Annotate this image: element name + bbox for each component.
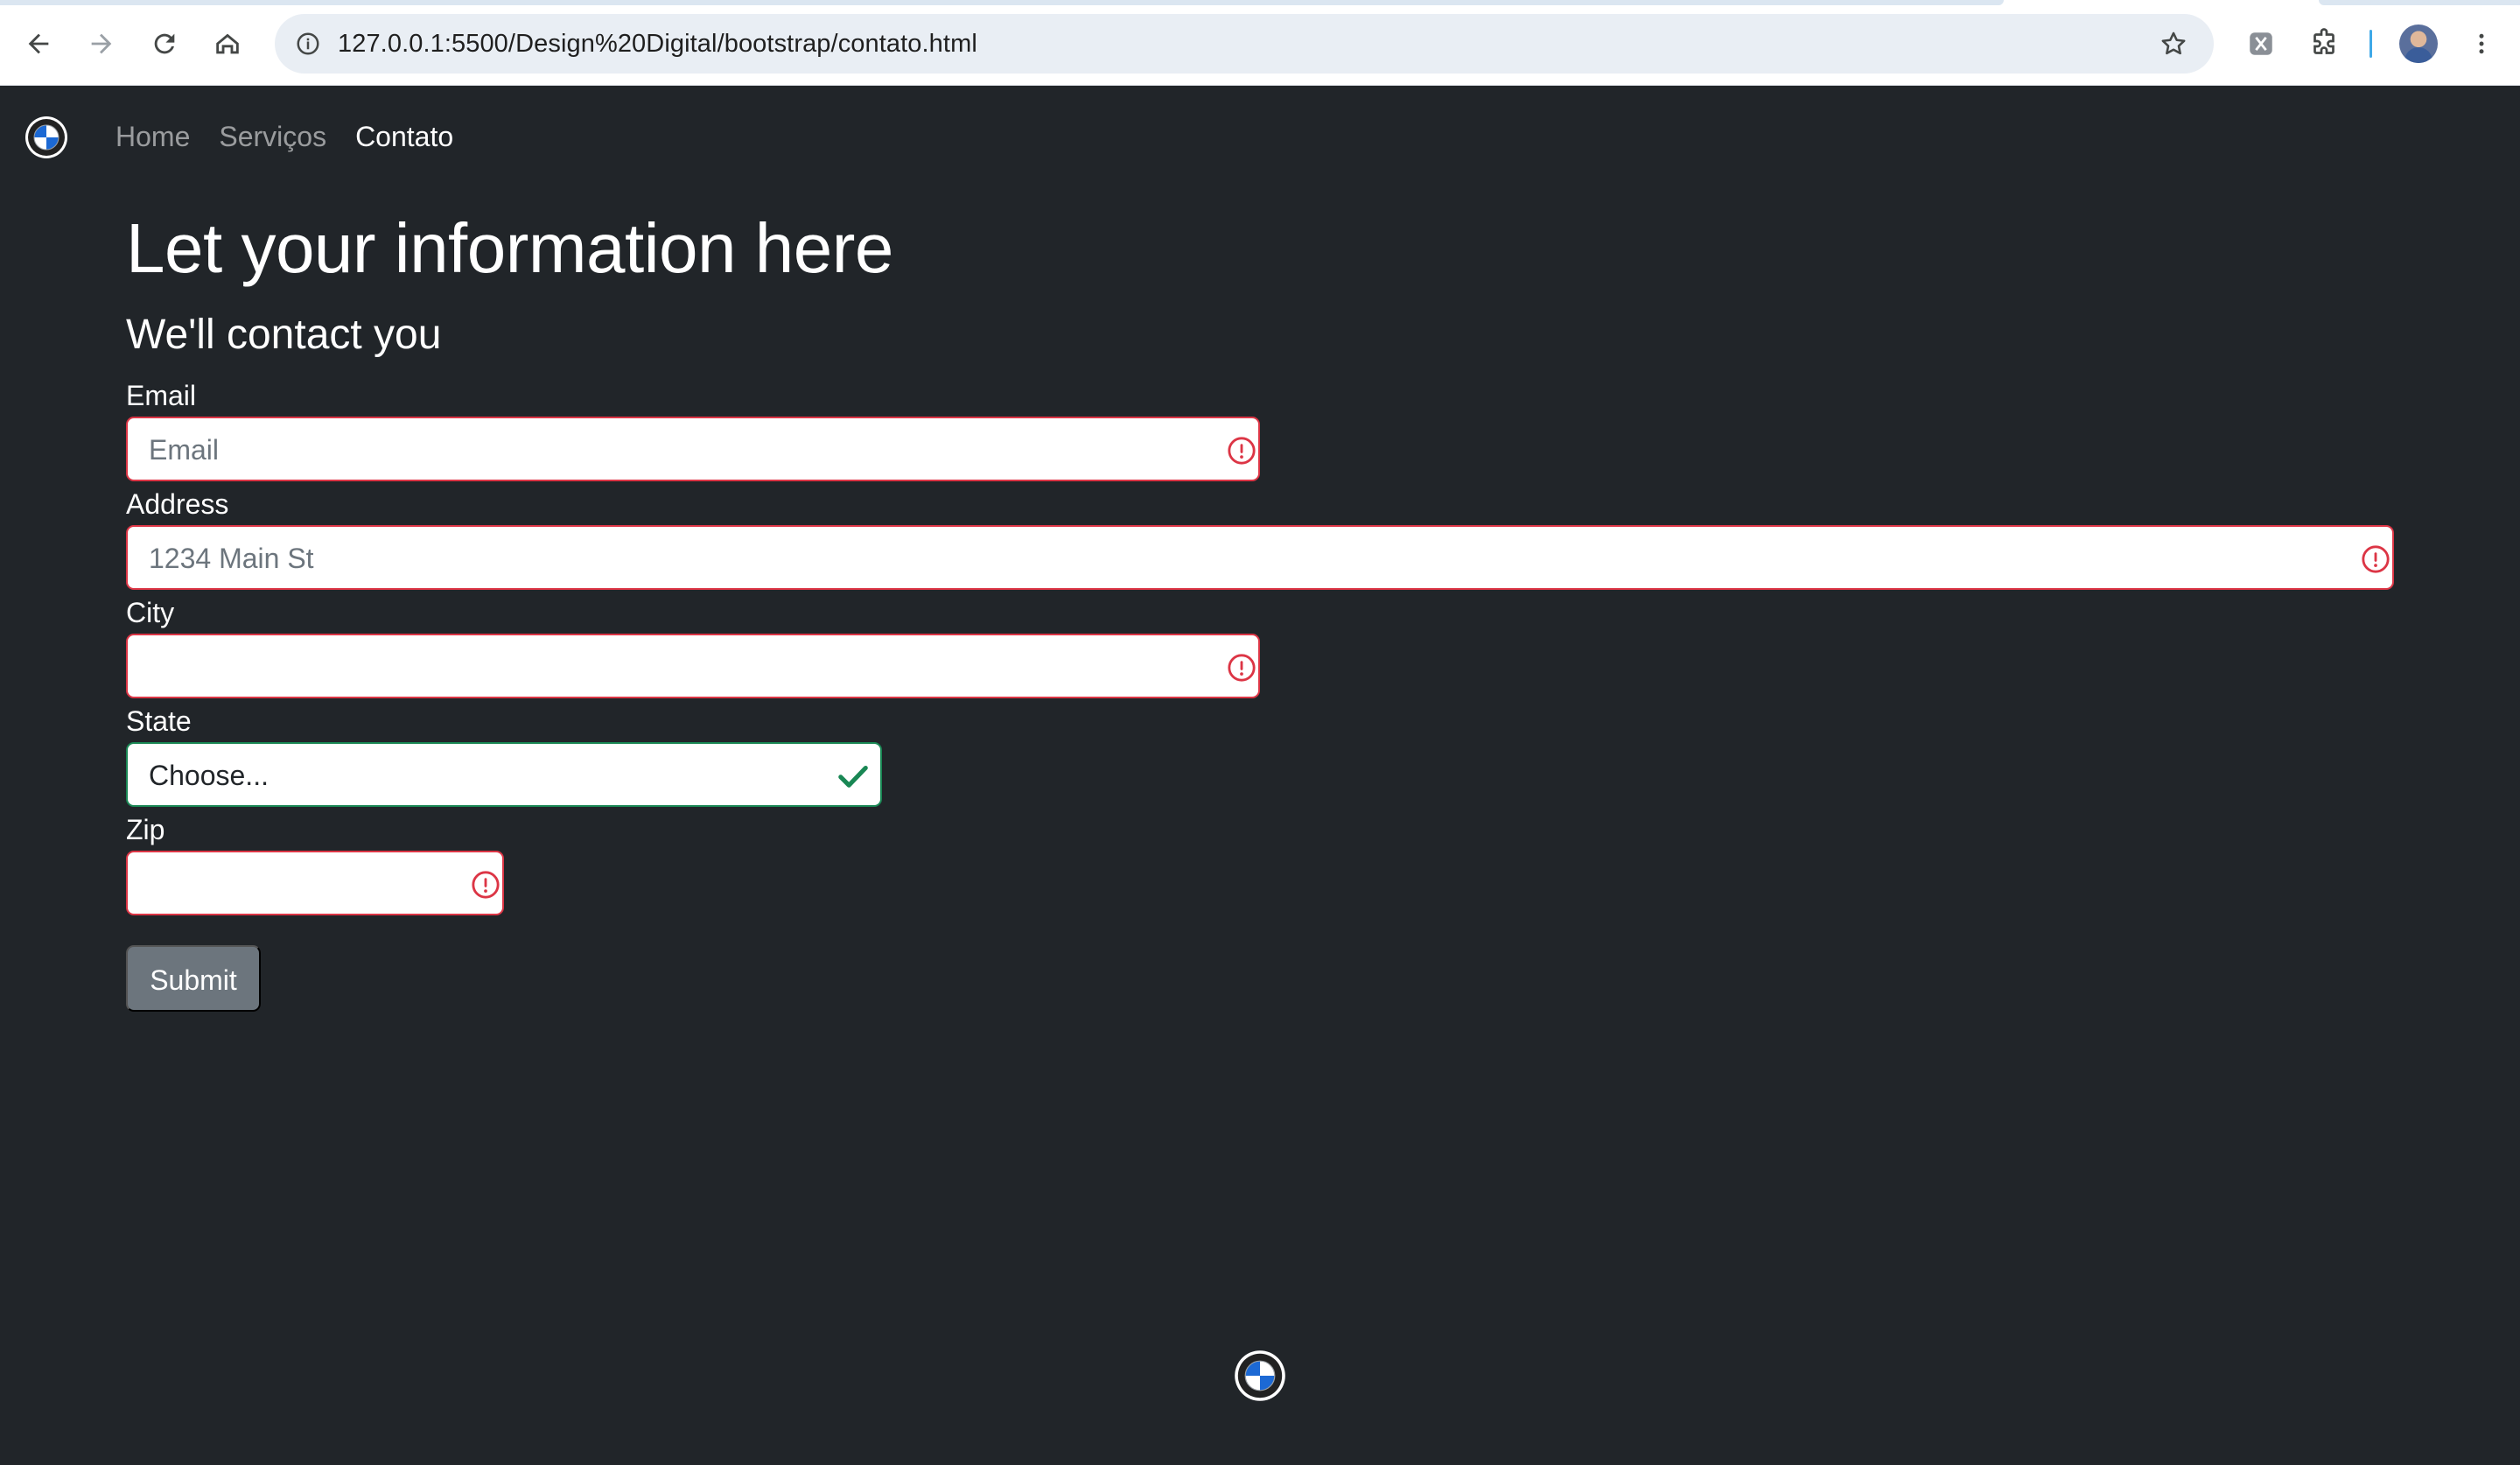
city-label: City [126, 597, 175, 628]
extensions-puzzle-icon[interactable] [2301, 21, 2347, 67]
zip-field[interactable] [126, 851, 504, 915]
reload-icon [154, 33, 175, 54]
invalid-feedback-icon [472, 871, 500, 899]
invalid-feedback-icon [1228, 654, 1256, 682]
address-bar[interactable]: 127.0.0.1:5500/Design%20Digital/bootstra… [275, 14, 2214, 74]
address-field[interactable]: 1234 Main St [126, 525, 2394, 590]
arrow-left-icon [28, 33, 49, 54]
browser-toolbar: 127.0.0.1:5500/Design%20Digital/bootstra… [0, 0, 2520, 86]
check-icon [838, 765, 868, 788]
back-button[interactable] [16, 21, 61, 67]
tabstrip-edge-right [2319, 0, 2520, 5]
nav-link-home[interactable]: Home [116, 119, 190, 154]
address-placeholder: 1234 Main St [149, 543, 314, 574]
profile-avatar[interactable] [2399, 25, 2438, 63]
nav-links: Home Serviços Contato [116, 119, 482, 154]
bmw-logo-icon[interactable] [1234, 1349, 1286, 1402]
site-info-icon[interactable] [287, 23, 329, 65]
arrow-right-icon [91, 33, 112, 54]
home-button[interactable] [205, 21, 250, 67]
page-subtitle: We'll contact you [126, 312, 442, 358]
email-placeholder: Email [149, 434, 220, 466]
invalid-feedback-icon [1228, 437, 1256, 465]
reload-button[interactable] [142, 21, 187, 67]
state-label: State [126, 705, 192, 737]
url-text[interactable]: 127.0.0.1:5500/Design%20Digital/bootstra… [338, 30, 977, 59]
email-label: Email [126, 380, 197, 411]
nav-link-servicos[interactable]: Serviços [219, 119, 326, 154]
forward-button[interactable] [79, 21, 124, 67]
bmw-logo-icon[interactable] [24, 116, 68, 159]
home-icon [216, 33, 239, 54]
nav-link-contato[interactable]: Contato [355, 119, 453, 154]
address-label: Address [126, 488, 229, 520]
page-title: Let your information here [126, 209, 893, 287]
state-selected-value: Choose... [149, 760, 269, 791]
kebab-menu-icon[interactable] [2459, 21, 2504, 67]
invalid-feedback-icon [2362, 545, 2390, 573]
bookmark-star-icon[interactable] [2154, 25, 2193, 63]
zip-label: Zip [126, 814, 165, 845]
city-field[interactable] [126, 634, 1260, 698]
state-select[interactable]: Choose... [126, 742, 882, 807]
submit-button[interactable]: Submit [126, 945, 261, 1012]
extension-icon[interactable] [2238, 21, 2284, 67]
toolbar-divider [2370, 30, 2372, 58]
email-field[interactable]: Email [126, 417, 1260, 481]
tabstrip-edge [0, 0, 2004, 5]
